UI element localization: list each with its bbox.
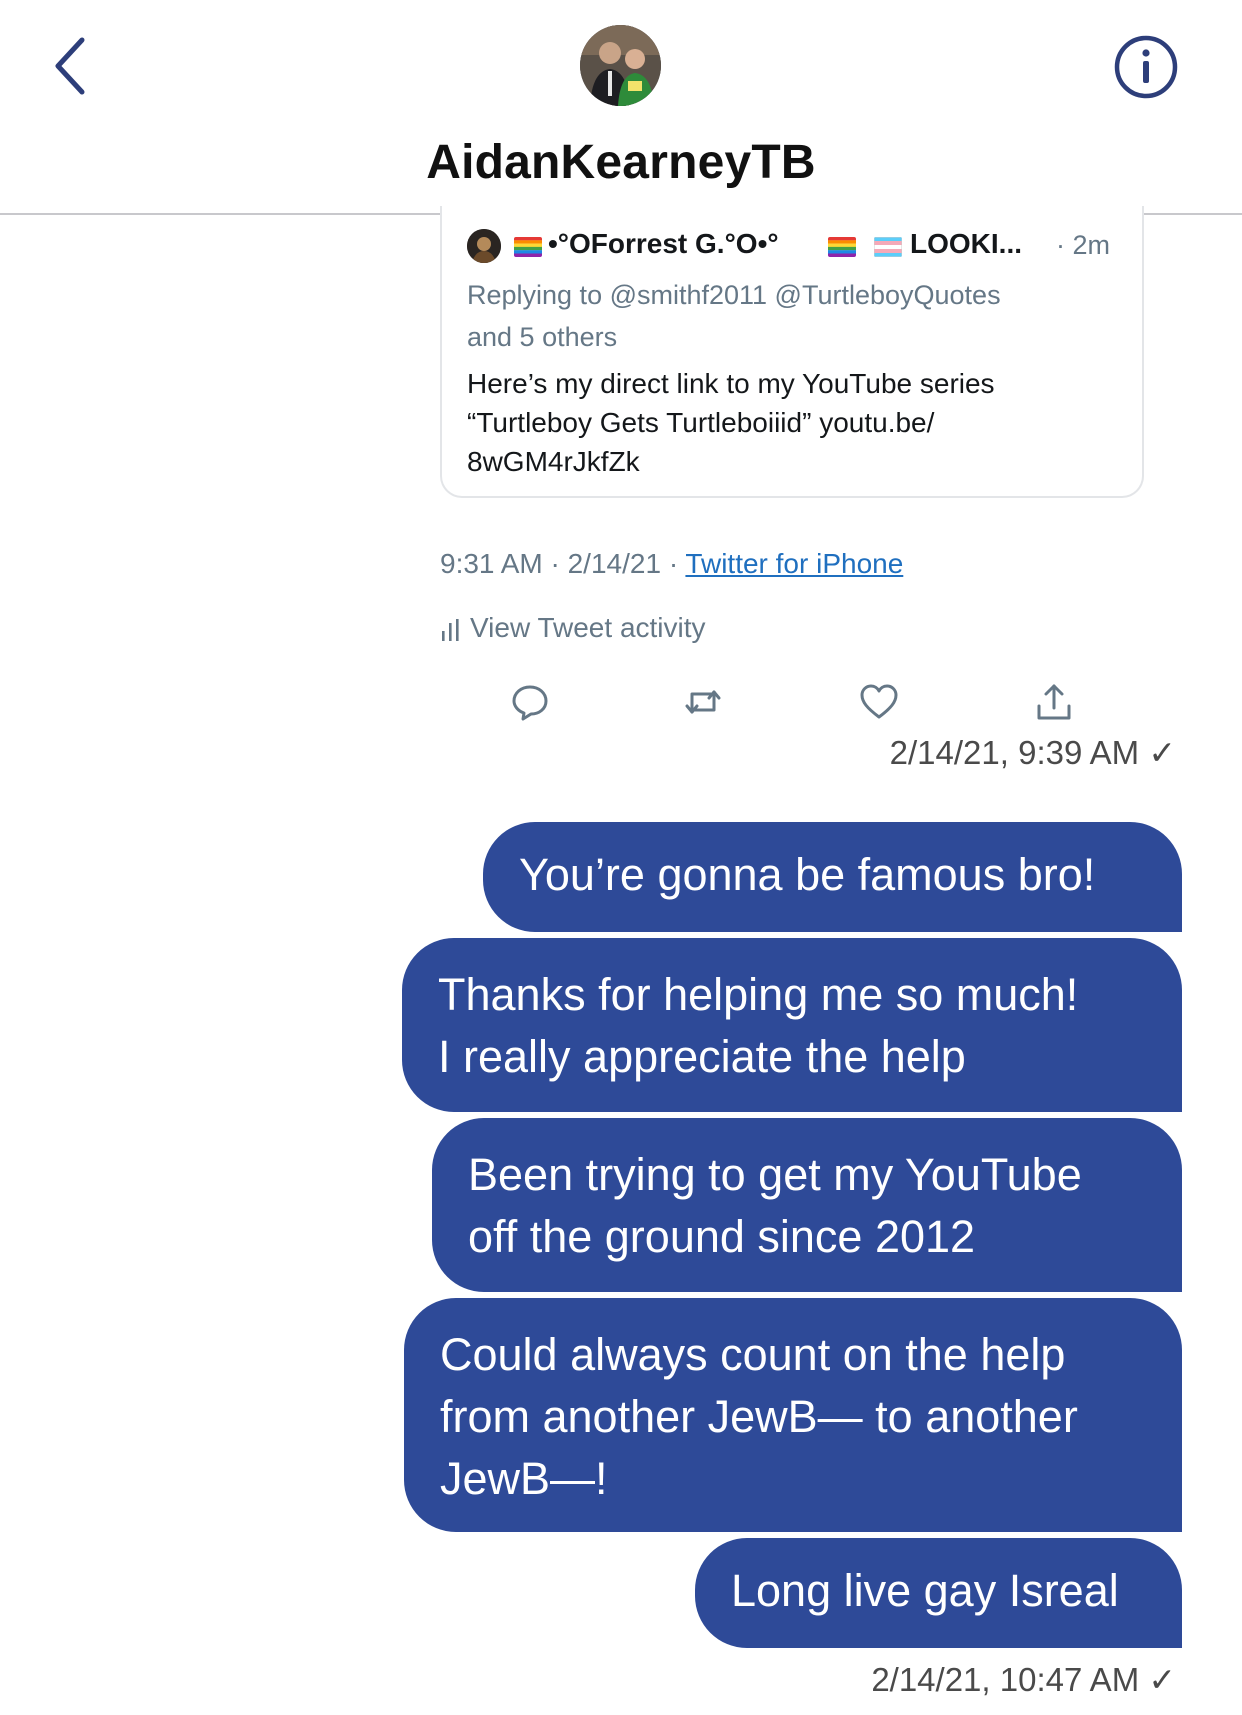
avatar[interactable] <box>580 25 661 106</box>
tweet-text-line: “Turtleboy Gets Turtleboiiid” youtu.be/ <box>467 407 935 438</box>
tweet-source-link[interactable]: Twitter for iPhone <box>685 548 903 579</box>
tweet-time-ago: · 2m <box>1056 230 1110 260</box>
message-text: Thanks for helping me so much! <box>438 969 1079 1020</box>
heart-icon <box>860 684 898 719</box>
message-text: Been trying to get my YouTube <box>468 1149 1082 1200</box>
avatar-photo <box>580 25 661 106</box>
rainbow-flag-icon <box>828 237 856 257</box>
rainbow-flag-icon <box>514 237 542 257</box>
message-timestamp: 2/14/21, 9:39 AM ✓ <box>889 734 1176 771</box>
message-text: off the ground since 2012 <box>468 1211 976 1262</box>
view-tweet-activity-label: View Tweet activity <box>470 612 706 643</box>
message-bubble[interactable]: Been trying to get my YouTube off the gr… <box>432 1118 1182 1292</box>
bar-chart-icon <box>442 618 459 641</box>
back-button[interactable] <box>50 36 90 96</box>
reply-button[interactable] <box>510 682 550 722</box>
tweet-author-suffix: LOOKI... <box>910 228 1022 259</box>
trans-flag-icon <box>874 237 902 257</box>
message-text: from another JewB— to another <box>440 1391 1078 1442</box>
message-text: You’re gonna be famous bro! <box>519 849 1096 900</box>
tweet-replying-others: and 5 others <box>467 322 618 352</box>
info-icon <box>1114 35 1178 99</box>
message-bubble[interactable]: Thanks for helping me so much! I really … <box>402 938 1182 1112</box>
retweet-icon <box>685 690 721 714</box>
message-bubble[interactable]: You’re gonna be famous bro! <box>483 822 1182 932</box>
tweet-timestamp: 9:31 AM · 2/14/21 · <box>440 548 679 579</box>
tweet-replying-to: Replying to @smithf2011 @TurtleboyQuotes <box>467 280 1001 310</box>
reply-icon <box>512 685 548 721</box>
message-text: I really appreciate the help <box>438 1031 966 1082</box>
message-text: JewB—! <box>440 1453 608 1504</box>
tweet-text-line: Here’s my direct link to my YouTube seri… <box>467 368 995 399</box>
message-text: Long live gay Isreal <box>731 1565 1119 1616</box>
share-icon <box>1037 684 1071 720</box>
share-button[interactable] <box>1034 682 1074 722</box>
message-text: Could always count on the help <box>440 1329 1066 1380</box>
like-button[interactable] <box>859 682 899 722</box>
tweet-text-line: 8wGM4rJkfZk <box>467 446 640 477</box>
view-tweet-activity-link[interactable]: View Tweet activity <box>440 612 706 644</box>
chevron-left-icon <box>55 37 85 95</box>
info-button[interactable] <box>1113 34 1179 100</box>
tweet-author-avatar <box>467 229 501 263</box>
tweet-author-name: •°OForrest G.°O•° <box>548 228 779 259</box>
retweet-button[interactable] <box>683 682 723 722</box>
message-bubble[interactable]: Long live gay Isreal <box>695 1538 1182 1648</box>
message-timestamp: 2/14/21, 10:47 AM ✓ <box>871 1661 1176 1698</box>
tweet-avatar-photo <box>467 229 501 263</box>
message-bubble[interactable]: Could always count on the help from anot… <box>404 1298 1182 1532</box>
conversation-title: AidanKearneyTB <box>426 136 816 189</box>
tweet-meta: 9:31 AM · 2/14/21 · Twitter for iPhone <box>440 548 903 580</box>
